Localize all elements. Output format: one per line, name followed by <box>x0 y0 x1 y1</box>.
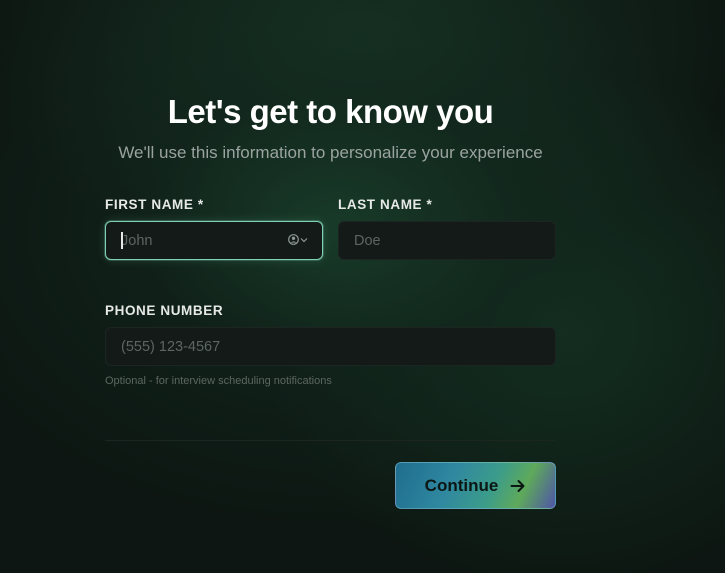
continue-button-label: Continue <box>424 475 499 495</box>
person-circle-icon <box>288 234 299 245</box>
continue-button[interactable]: Continue <box>395 462 556 509</box>
last-name-label: LAST NAME * <box>338 197 433 212</box>
first-name-label: FIRST NAME * <box>105 197 204 212</box>
text-caret <box>121 232 123 249</box>
last-name-field[interactable] <box>338 221 556 260</box>
last-name-input[interactable] <box>339 222 555 259</box>
arrow-right-icon <box>510 479 525 492</box>
phone-number-label: PHONE NUMBER <box>105 303 224 318</box>
phone-number-field[interactable] <box>105 327 556 366</box>
onboarding-form: Let's get to know you We'll use this inf… <box>105 0 556 573</box>
chevron-down-icon <box>300 237 308 242</box>
page-subtitle: We'll use this information to personaliz… <box>118 143 543 162</box>
page-title: Let's get to know you <box>167 93 494 130</box>
phone-number-hint: Optional - for interview scheduling noti… <box>105 375 332 387</box>
form-divider <box>105 440 556 441</box>
phone-number-input[interactable] <box>106 328 555 365</box>
contact-autofill-icon[interactable] <box>288 234 308 245</box>
first-name-field[interactable] <box>105 221 323 260</box>
